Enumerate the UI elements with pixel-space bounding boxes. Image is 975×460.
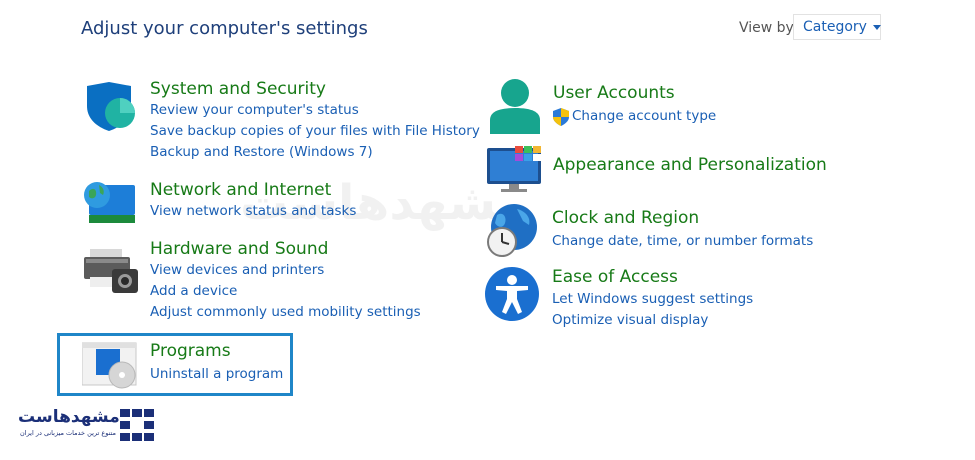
brand-logo-name: مشهدهاست — [18, 407, 120, 427]
add-device-link[interactable]: Add a device — [150, 281, 421, 302]
date-time-formats-link[interactable]: Change date, time, or number formats — [552, 231, 813, 252]
uac-shield-icon — [553, 107, 569, 126]
mobility-settings-link[interactable]: Adjust commonly used mobility settings — [150, 302, 421, 323]
network-globe-icon — [84, 182, 135, 223]
monitor-personalize-icon — [487, 146, 541, 192]
accessibility-icon — [485, 267, 539, 321]
backup-restore-link[interactable]: Backup and Restore (Windows 7) — [150, 142, 480, 163]
category-network-internet: Network and Internet View network status… — [150, 179, 356, 222]
view-by-value: Category — [803, 19, 867, 35]
change-account-row: Change account type — [553, 106, 716, 127]
brand-logo-icon — [120, 409, 154, 441]
chevron-down-icon — [872, 24, 881, 30]
category-system-security: System and Security Review your computer… — [150, 78, 480, 163]
network-internet-title[interactable]: Network and Internet — [150, 179, 356, 201]
review-status-link[interactable]: Review your computer's status — [150, 100, 480, 121]
appearance-title[interactable]: Appearance and Personalization — [553, 154, 827, 176]
programs-title[interactable]: Programs — [150, 340, 283, 362]
user-accounts-title[interactable]: User Accounts — [553, 82, 716, 104]
change-account-type-link[interactable]: Change account type — [572, 106, 716, 127]
suggest-settings-link[interactable]: Let Windows suggest settings — [552, 289, 753, 310]
ease-access-title[interactable]: Ease of Access — [552, 266, 753, 288]
programs-icon — [82, 342, 137, 389]
uninstall-program-link[interactable]: Uninstall a program — [150, 364, 283, 385]
category-user-accounts: User Accounts Change account type — [553, 82, 716, 127]
clock-globe-icon — [487, 204, 537, 257]
category-clock-region: Clock and Region Change date, time, or n… — [552, 207, 813, 252]
optimize-display-link[interactable]: Optimize visual display — [552, 310, 753, 331]
devices-printers-link[interactable]: View devices and printers — [150, 260, 421, 281]
printer-icon — [84, 249, 138, 293]
category-programs: Programs Uninstall a program — [150, 340, 283, 385]
hardware-sound-title[interactable]: Hardware and Sound — [150, 238, 421, 260]
brand-tagline: متنوع ترین خدمات میزبانی در ایران — [20, 429, 116, 437]
category-ease-access: Ease of Access Let Windows suggest setti… — [552, 266, 753, 331]
page-title: Adjust your computer's settings — [81, 18, 368, 39]
shield-icon — [87, 82, 135, 131]
clock-region-title[interactable]: Clock and Region — [552, 207, 813, 229]
system-security-title[interactable]: System and Security — [150, 78, 480, 100]
user-icon — [490, 79, 540, 134]
view-by-dropdown[interactable]: Category — [793, 14, 881, 40]
category-hardware-sound: Hardware and Sound View devices and prin… — [150, 238, 421, 323]
network-status-link[interactable]: View network status and tasks — [150, 201, 356, 222]
file-history-link[interactable]: Save backup copies of your files with Fi… — [150, 121, 480, 142]
category-appearance: Appearance and Personalization — [553, 154, 827, 176]
view-by-label: View by: — [739, 20, 798, 36]
